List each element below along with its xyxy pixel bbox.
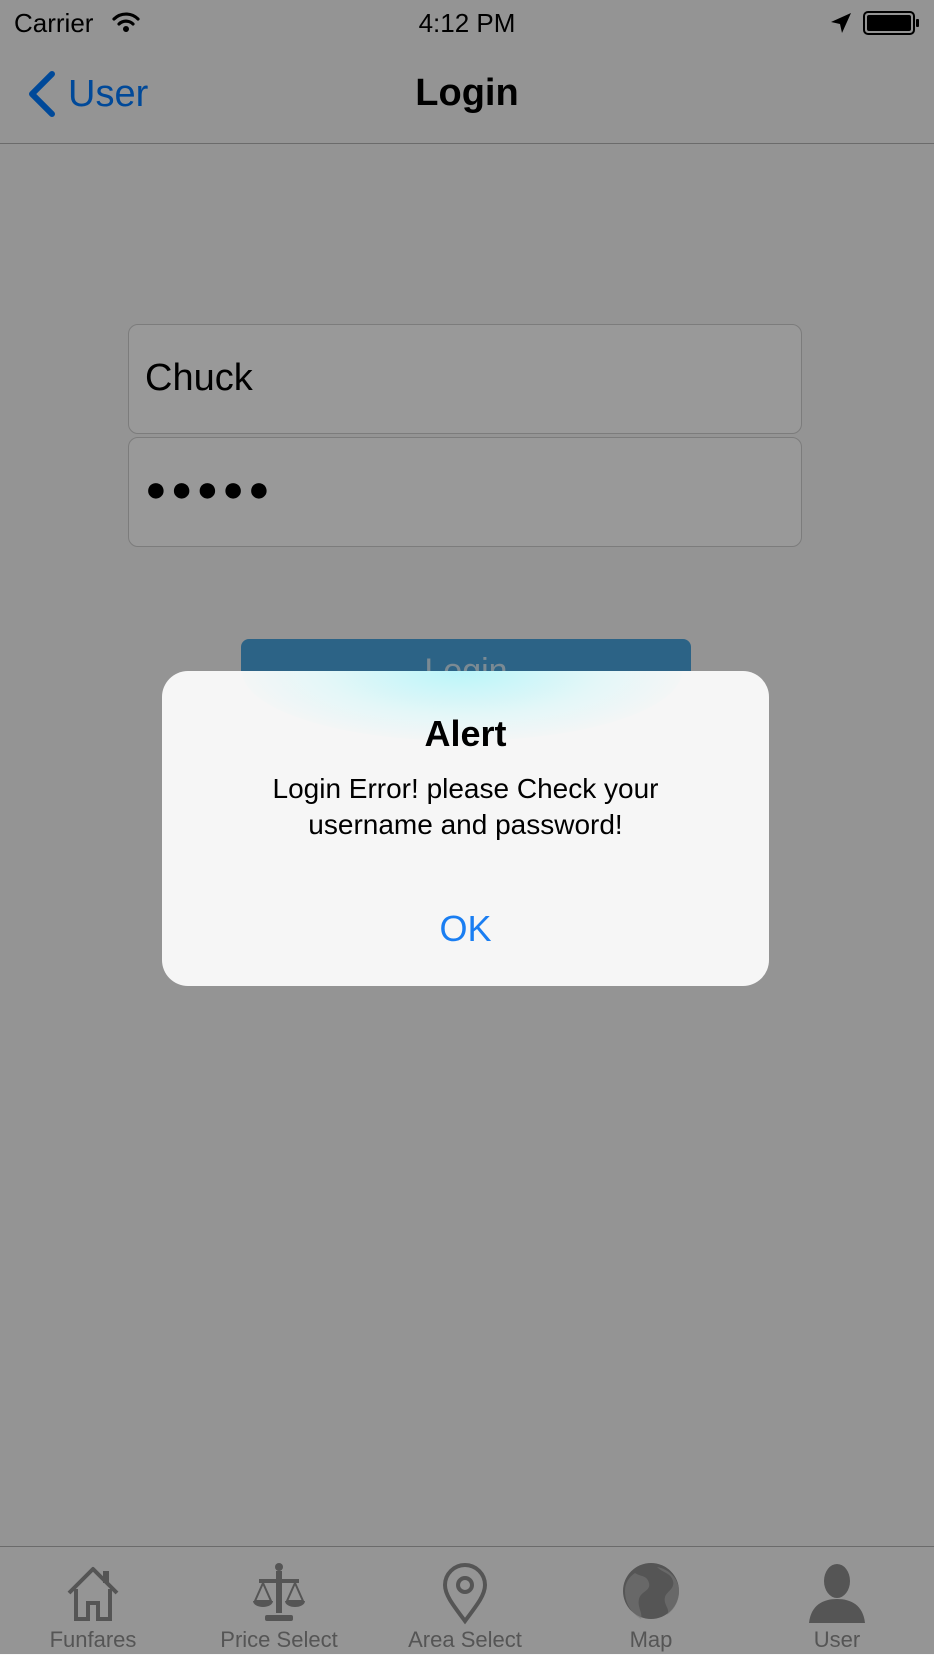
alert-ok-label: OK <box>439 908 492 949</box>
alert-ok-button[interactable]: OK <box>162 885 769 986</box>
alert-dialog: Alert Login Error! please Check your use… <box>162 671 769 986</box>
alert-message: Login Error! please Check your username … <box>272 773 659 840</box>
alert-title: Alert <box>424 713 507 754</box>
